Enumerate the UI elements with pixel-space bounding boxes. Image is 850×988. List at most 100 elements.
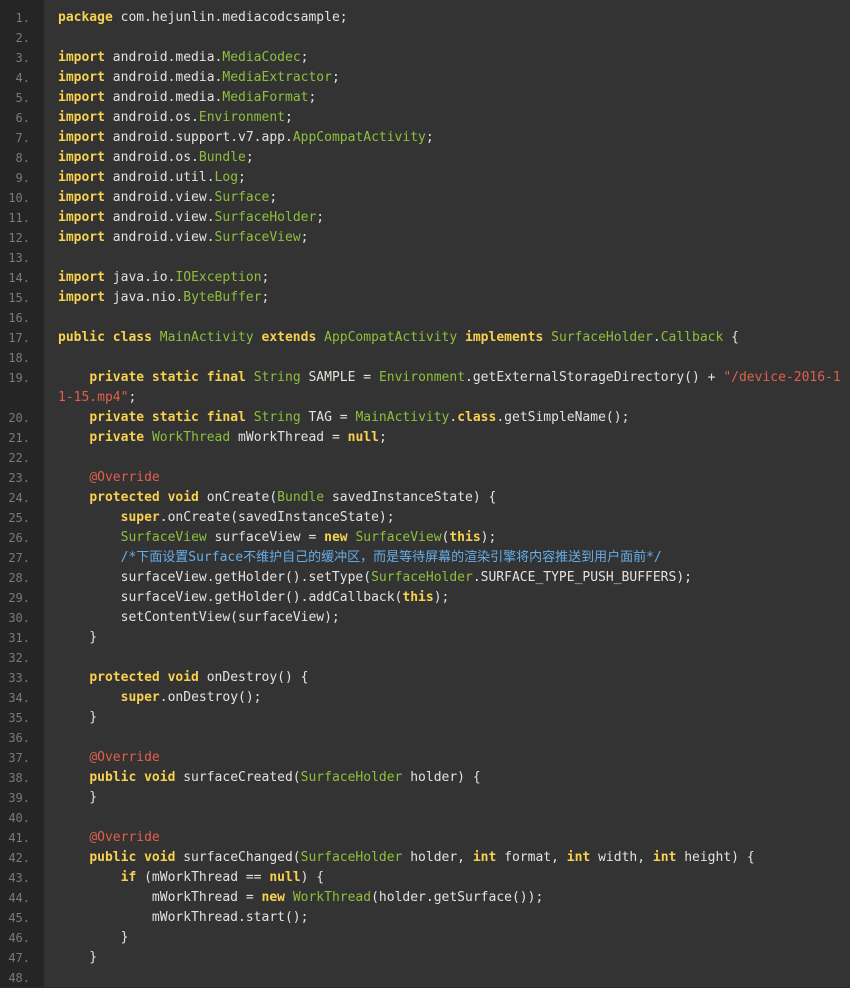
code-line[interactable]: 34. super.onDestroy(); [8, 688, 850, 708]
code-line[interactable]: 16. [8, 308, 850, 328]
line-number: 14. [8, 271, 30, 285]
line-number: 22. [8, 451, 30, 465]
code-token: Callback [660, 330, 724, 345]
code-token: holder, [402, 850, 473, 865]
code-line[interactable]: 12. import android.view.SurfaceView; [8, 228, 850, 248]
code-line[interactable]: 33. protected void onDestroy() { [8, 668, 850, 688]
code-line[interactable]: 28. surfaceView.getHolder().setType(Surf… [8, 568, 850, 588]
code-line[interactable]: 13. [8, 248, 850, 268]
code-line[interactable]: 20. private static final String TAG = Ma… [8, 408, 850, 428]
code-text: protected void onDestroy() { [44, 668, 308, 688]
code-text: setContentView(surfaceView); [44, 608, 340, 628]
code-line[interactable]: 40. [8, 808, 850, 828]
code-token: implements [465, 330, 544, 345]
code-token: AppCompatActivity [324, 330, 458, 345]
code-token: mWorkThread = [230, 430, 348, 445]
code-line[interactable]: 39. } [8, 788, 850, 808]
code-token: Environment [198, 110, 285, 125]
code-line[interactable]: 44. mWorkThread = new WorkThread(holder.… [8, 888, 850, 908]
code-token: .getSimpleName(); [496, 410, 630, 425]
code-text: } [44, 948, 97, 968]
code-token: .getExternalStorageDirectory() + [465, 370, 724, 385]
code-line[interactable]: 15. import java.nio.ByteBuffer; [8, 288, 850, 308]
code-token: import [58, 90, 105, 105]
code-token: SurfaceHolder [371, 570, 473, 585]
code-line[interactable]: 11. import android.view.SurfaceHolder; [8, 208, 850, 228]
code-token: extends [261, 330, 317, 345]
code-area[interactable]: 1. package com.hejunlin.mediacodcsample; 2… [8, 8, 850, 988]
code-line[interactable]: 23. @Override [8, 468, 850, 488]
code-token: protected void [89, 670, 199, 685]
code-token: surfaceView = [206, 530, 325, 545]
code-line[interactable]: 10. import android.view.Surface; [8, 188, 850, 208]
code-line[interactable]: 18. [8, 348, 850, 368]
code-token: ) { [300, 870, 325, 885]
code-line[interactable]: 26. SurfaceView surfaceView = new Surfac… [8, 528, 850, 548]
code-line[interactable]: 1. package com.hejunlin.mediacodcsample; [16, 8, 850, 28]
code-line[interactable]: 3. import android.media.MediaCodec; [16, 48, 850, 68]
code-line[interactable]: 24. protected void onCreate(Bundle saved… [8, 488, 850, 508]
code-line[interactable]: 17. public class MainActivity extends App… [8, 328, 850, 348]
code-text: SurfaceView surfaceView = new SurfaceVie… [44, 528, 497, 548]
code-line[interactable]: 29. surfaceView.getHolder().addCallback(… [8, 588, 850, 608]
line-number: 33. [8, 671, 30, 685]
code-token: } [58, 790, 98, 805]
code-text: import android.view.SurfaceView; [44, 228, 308, 248]
code-token: SurfaceHolder [300, 850, 403, 865]
code-text: import android.view.SurfaceHolder; [44, 208, 324, 228]
code-editor[interactable]: 1. package com.hejunlin.mediacodcsample; 2… [0, 0, 850, 987]
code-token: java.io. [104, 270, 176, 285]
code-line[interactable]: 48. [8, 968, 850, 988]
code-token: WorkThread [151, 430, 231, 445]
code-line[interactable]: 46. } [8, 928, 850, 948]
code-line[interactable]: 42. public void surfaceChanged(SurfaceHo… [8, 848, 850, 868]
code-token: private [89, 430, 145, 445]
code-line[interactable]: 27. /*下面设置Surface不维护自己的缓冲区，而是等待屏幕的渲染引擎将内… [8, 548, 850, 568]
code-line[interactable]: 31. } [8, 628, 850, 648]
line-number: 9. [15, 171, 30, 185]
code-line[interactable]: 7. import android.support.v7.app.AppCompa… [16, 128, 850, 148]
code-token: . [652, 330, 661, 345]
code-line[interactable]: 9. import android.util.Log; [16, 168, 850, 188]
code-token: TAG = [300, 410, 356, 425]
code-line[interactable]: 38. public void surfaceCreated(SurfaceHo… [8, 768, 850, 788]
code-text: @Override [44, 748, 159, 768]
code-line[interactable]: 6. import android.os.Environment; [16, 108, 850, 128]
code-token: Bundle [198, 150, 246, 165]
code-line[interactable]: 5. import android.media.MediaFormat; [16, 88, 850, 108]
code-line[interactable]: 36. [8, 728, 850, 748]
code-line[interactable]: 41. @Override [8, 828, 850, 848]
line-number: 6. [15, 111, 30, 125]
line-number: 29. [8, 591, 30, 605]
code-line[interactable]: 32. [8, 648, 850, 668]
code-line[interactable]: 25. super.onCreate(savedInstanceState); [8, 508, 850, 528]
code-line[interactable]: 47. } [8, 948, 850, 968]
code-line[interactable]: 14. import java.io.IOException; [8, 268, 850, 288]
code-line[interactable]: 2. [16, 28, 850, 48]
code-line[interactable]: 37. @Override [8, 748, 850, 768]
code-line[interactable]: 22. [8, 448, 850, 468]
code-line[interactable]: 30. setContentView(surfaceView); [8, 608, 850, 628]
code-line[interactable]: 43. if (mWorkThread == null) { [8, 868, 850, 888]
code-token: MediaFormat [222, 90, 309, 105]
code-line[interactable]: 4. import android.media.MediaExtractor; [16, 68, 850, 88]
code-line[interactable]: 35. } [8, 708, 850, 728]
code-token: .SURFACE_TYPE_PUSH_BUFFERS); [472, 570, 692, 585]
code-token: import [58, 230, 105, 245]
code-token: SurfaceView [214, 230, 301, 245]
code-line[interactable]: 8. import android.os.Bundle; [16, 148, 850, 168]
code-line[interactable]: 19. private static final String SAMPLE =… [8, 368, 850, 408]
code-text: import android.util.Log; [44, 168, 246, 188]
code-token: ; [261, 270, 270, 285]
code-line[interactable]: 21. private WorkThread mWorkThread = nul… [8, 428, 850, 448]
code-token: import [58, 50, 105, 65]
code-line[interactable]: 45. mWorkThread.start(); [8, 908, 850, 928]
code-token: } [58, 930, 129, 945]
line-number: 13. [8, 251, 30, 265]
